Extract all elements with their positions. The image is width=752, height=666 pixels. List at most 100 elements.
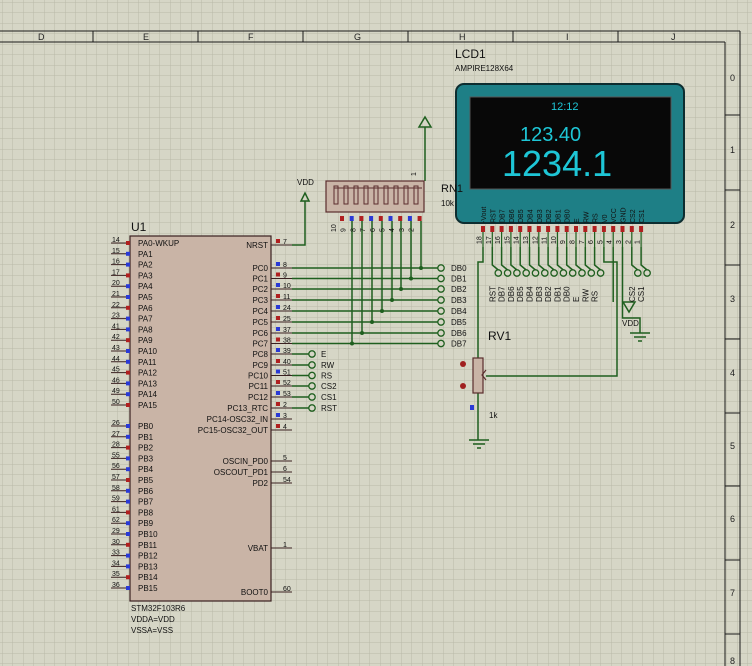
mcu-pin-name: PA7 [138, 315, 153, 324]
mcu-pin-num: 51 [283, 370, 291, 377]
lcd-net-label: DB2 [544, 286, 553, 302]
terminal-circle [494, 269, 503, 277]
lcd-pin-num: 15 [504, 236, 511, 244]
mcu-pin-num: 11 [283, 294, 290, 301]
lcd-pin-num: 17 [486, 236, 493, 244]
mcu-component[interactable]: U1 14 PA0-WKUP15 PA116 PA217 PA320 PA421 PA522… [111, 220, 292, 635]
lcd-pin-num: 18 [477, 236, 484, 244]
terminal-circle [513, 269, 521, 277]
lcd-pin [546, 226, 551, 232]
mcu-pin-num: 15 [112, 248, 120, 255]
mcu-pin-name: PC11 [249, 382, 269, 391]
mcu-pin-name: PB4 [138, 465, 154, 474]
mcu-pin-num: 9 [283, 273, 287, 280]
lcd-pin-num: 12 [532, 236, 539, 244]
mcu-pin-name: PC4 [252, 307, 268, 316]
mcu-pin-num: 52 [283, 380, 291, 387]
frame-col-label: D [38, 32, 45, 42]
mcu-pin-name: PA11 [138, 358, 157, 367]
mcu-pin-name: PC6 [252, 329, 268, 338]
mcu-pin-name: PB3 [138, 454, 154, 463]
mcu-pin-num: 34 [112, 560, 120, 567]
lcd-net-label: RST [488, 286, 497, 302]
terminal-circle [308, 361, 316, 369]
terminal-circle [503, 269, 512, 277]
mcu-ref: U1 [131, 220, 147, 234]
terminal-circle [437, 285, 445, 293]
terminal-circle [633, 269, 642, 277]
resnet-pin-num: 2 [409, 228, 416, 232]
mcu-pin-name: PB13 [138, 562, 158, 571]
net-label-ctrl: CS2 [321, 382, 337, 391]
mcu-pin-name: PA5 [138, 293, 153, 302]
lcd-pin [508, 226, 513, 232]
terminal-circle [559, 269, 568, 277]
mcu-pin-name: PB12 [138, 552, 158, 561]
lcd-pin [592, 226, 597, 232]
lcd-net-label: E [572, 297, 581, 302]
mcu-pin-num: 1 [283, 542, 287, 549]
pot-pin-dot [460, 383, 466, 389]
lcd-pin-num: 8 [570, 240, 577, 244]
lcd-pin-name: DB5 [518, 209, 525, 223]
lcd-pin-name: DB4 [528, 209, 535, 223]
terminal-circle [587, 269, 596, 277]
lcd-pin [601, 226, 606, 232]
lcd-pin [490, 226, 495, 232]
mcu-pin-num: 56 [112, 463, 120, 470]
net-label-ctrl: CS1 [321, 393, 337, 402]
resnet-pin-num: 6 [370, 228, 377, 232]
mcu-pin-name: PC10 [248, 372, 269, 381]
mcu-pin-num: 26 [112, 420, 120, 427]
mcu-pin-num: 35 [112, 571, 120, 578]
lcd-pin-name: E [574, 218, 581, 223]
mcu-pin-num: 22 [112, 302, 120, 309]
lcd-pin-name: GND [621, 207, 628, 223]
mcu-pin-num: 4 [283, 424, 287, 431]
mcu-pin-name: PA9 [138, 336, 153, 345]
mcu-pin-num: 23 [112, 313, 120, 320]
frame-col-label: J [671, 32, 676, 42]
lcd-pin-name: DB7 [500, 209, 507, 223]
lcd-pin-name: VCC [611, 208, 618, 223]
mcu-pin-name: PA2 [138, 261, 153, 270]
net-label-data: DB2 [451, 285, 467, 294]
mcu-pin-num: 24 [283, 305, 291, 312]
mcu-pin-num: 7 [283, 239, 287, 246]
terminal-circle [578, 269, 586, 277]
lcd-pin-name: DB3 [537, 209, 544, 223]
mcu-pin-name: PC9 [252, 361, 268, 370]
mcu-pin-name: PB11 [138, 541, 158, 550]
terminal-circle [531, 269, 540, 277]
mcu-pin-name: PC0 [252, 264, 268, 273]
lcd-net-label: DB6 [507, 286, 516, 302]
lcd-pin-name: CS2 [630, 209, 637, 223]
mcu-note: VSSA=VSS [131, 626, 173, 635]
schematic-canvas[interactable]: D E F G H I J 0 1 2 3 4 5 6 7 8 LCD1 AMP… [0, 0, 752, 666]
mcu-pin-num: 39 [283, 348, 291, 355]
frame-row-label: 3 [730, 294, 735, 304]
mcu-pin-num: 38 [283, 338, 291, 345]
lcd-pin-num: 11 [542, 237, 549, 244]
net-label-data: DB5 [451, 318, 467, 327]
lcd-net-label: DB0 [563, 286, 572, 302]
mcu-pin-num: 27 [112, 431, 120, 438]
pot-pin-dot [460, 361, 466, 367]
frame-row-label: 8 [730, 656, 735, 666]
lcd-net-label: RS [591, 291, 600, 302]
mcu-note: VDDA=VDD [131, 615, 175, 624]
mcu-pin-num: 40 [283, 359, 291, 366]
resnet-pin-num: 9 [341, 228, 348, 232]
mcu-pin-name: PC3 [252, 296, 268, 305]
lcd-pin-num: 10 [551, 236, 558, 244]
mcu-pin-num: 17 [112, 269, 120, 276]
terminal-circle [540, 269, 549, 277]
mcu-part: STM32F103R6 [131, 604, 186, 613]
lcd-pin [639, 226, 644, 232]
lcd-net-label: DB7 [498, 286, 507, 302]
mcu-pin-name: PA14 [138, 390, 158, 399]
terminal-circle [550, 269, 558, 277]
mcu-pin-name: PA10 [138, 347, 158, 356]
lcd-pin-num: 1 [635, 240, 642, 244]
frame-row-label: 4 [730, 368, 735, 378]
